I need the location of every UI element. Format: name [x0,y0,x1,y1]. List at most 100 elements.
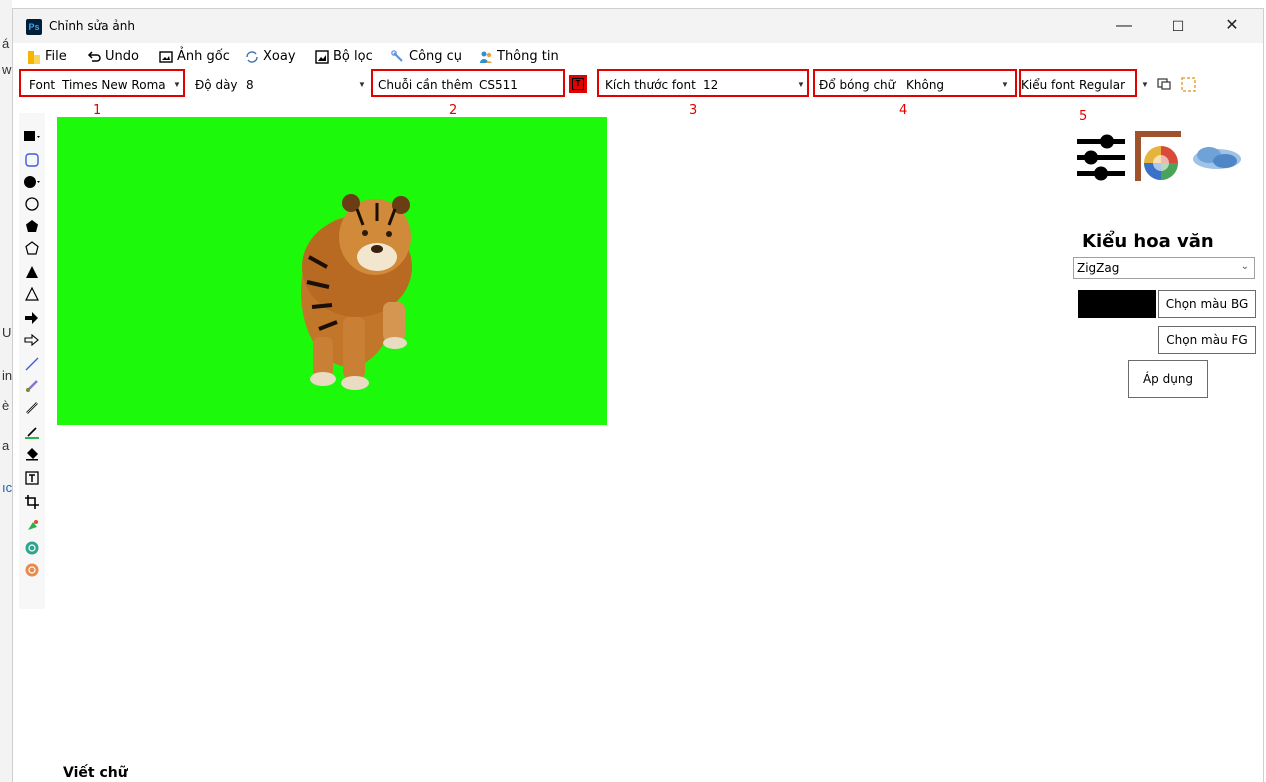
pencil-icon[interactable] [21,397,43,419]
bg-glyph: è [2,398,10,413]
bg-glyph: w [2,62,12,77]
font-style-label: Kiểu font [1021,78,1075,92]
string-input[interactable]: CS511 [479,78,559,92]
info-users-icon [480,51,492,63]
arrow-icon[interactable] [21,329,43,351]
filter-icon [315,49,329,64]
undo-icon [87,50,101,62]
tiger-image [301,194,412,390]
bg-glyph: U [2,325,12,340]
rotate-icon [246,50,258,63]
filled-rectangle-icon[interactable] [21,125,43,147]
filled-triangle-icon[interactable] [21,261,43,283]
annotation-5: 5 [1079,109,1088,124]
triangle-icon[interactable] [21,283,43,305]
string-label: Chuỗi cần thêm [378,78,473,92]
zoom-out-icon[interactable] [21,559,43,581]
layer-icon[interactable] [1157,78,1171,90]
image-canvas[interactable] [57,117,607,425]
line-icon[interactable] [21,353,43,375]
pattern-title: Kiểu hoa văn [1082,231,1214,252]
color-wheel-icon[interactable] [1135,131,1183,183]
font-style-select[interactable]: Regular [1079,78,1129,92]
tool-strip [19,113,45,609]
right-panel-icons [1073,129,1243,189]
chevron-down-icon[interactable]: ▼ [1141,80,1149,89]
filled-arrow-icon[interactable] [21,307,43,329]
annotation-2: 2 [449,103,458,118]
text-toolbar: Font Times New Roman ▼ Độ dày 8 ▼ Chuỗi … [13,69,1263,99]
menu-filter-label: Bộ lọc [333,49,373,64]
font-size-label: Kích thước font [605,78,696,92]
bg-glyph: a [2,438,10,453]
choose-fg-color-button[interactable]: Chọn màu FG [1158,326,1256,354]
window-title: Chỉnh sửa ảnh [49,19,135,33]
chevron-down-icon[interactable]: ▼ [358,80,366,89]
app-window: Ps Chỉnh sửa ảnh — ☐ ✕ File Undo Ảnh gốc… [12,8,1264,782]
title-bar: Ps Chỉnh sửa ảnh — ☐ ✕ [13,9,1263,43]
brush-icon[interactable] [21,375,43,397]
font-label: Font [29,78,56,92]
photoshop-icon: Ps [26,19,42,35]
font-select[interactable]: Times New Roman [62,78,166,92]
pattern-select-value: ZigZag [1077,261,1120,275]
eraser-icon[interactable] [21,443,43,465]
bg-glyph: ıc [2,480,13,495]
filled-pentagon-icon[interactable] [21,215,43,237]
pentagon-icon[interactable] [21,237,43,259]
cloud-brush-icon[interactable] [1191,139,1243,175]
background-app: á w U in è a ıc [0,0,12,782]
font-size-select[interactable]: 12 [703,78,783,92]
menu-filter[interactable]: Bộ lọc [315,49,373,64]
crop-icon[interactable] [21,491,43,513]
chevron-down-icon[interactable]: ▼ [1001,80,1009,89]
filled-circle-icon[interactable] [21,171,43,193]
menu-file-label: File [45,49,67,64]
menu-original-image-label: Ảnh gốc [177,49,230,64]
choose-bg-color-button[interactable]: Chọn màu BG [1158,290,1256,318]
chevron-down-icon: ⌄ [1240,261,1249,272]
menu-original-image[interactable]: Ảnh gốc [159,49,230,64]
maximize-button[interactable]: ☐ [1153,9,1203,43]
image-icon [159,50,173,63]
text-tool-icon[interactable] [21,467,43,489]
pattern-select[interactable]: ZigZag ⌄ [1073,257,1255,279]
folder-icon [28,50,40,64]
menu-rotate-label: Xoay [263,49,296,64]
menu-bar: File Undo Ảnh gốc Xoay Bộ lọc Công cụ Th… [13,45,1263,69]
wrench-icon [391,49,403,62]
menu-info-label: Thông tin [497,49,559,64]
text-icon: T [572,78,584,90]
fill-icon[interactable] [21,515,43,537]
apply-button[interactable]: Áp dụng [1128,360,1208,398]
thickness-select[interactable]: 8 [246,78,346,92]
menu-tools-label: Công cụ [409,49,463,64]
bg-color-swatch [1078,290,1156,318]
write-text-label: Viết chữ [63,765,128,781]
menu-file[interactable]: File [27,49,67,64]
annotation-4: 4 [899,103,908,118]
bg-glyph: á [2,36,10,51]
sliders-icon[interactable] [1077,131,1125,183]
zoom-in-icon[interactable] [21,537,43,559]
menu-info[interactable]: Thông tin [479,49,559,64]
close-button[interactable]: ✕ [1207,9,1257,43]
menu-tools[interactable]: Công cụ [391,49,462,64]
shadow-select[interactable]: Không [906,78,986,92]
minimize-button[interactable]: — [1099,9,1149,43]
color-picker-icon[interactable] [21,421,43,443]
chevron-down-icon[interactable]: ▼ [173,80,181,89]
annotation-3: 3 [689,103,698,118]
menu-undo-label: Undo [105,49,139,64]
chevron-down-icon[interactable]: ▼ [797,80,805,89]
menu-undo[interactable]: Undo [87,49,139,64]
add-text-button[interactable]: T [569,75,587,93]
circle-icon[interactable] [21,193,43,215]
shadow-label: Đổ bóng chữ [819,78,896,92]
annotation-1: 1 [93,103,102,118]
bg-glyph: in [2,368,13,383]
selection-icon[interactable] [1181,77,1197,93]
thickness-label: Độ dày [195,78,238,92]
rounded-rectangle-icon[interactable] [21,149,43,171]
menu-rotate[interactable]: Xoay [245,49,296,64]
